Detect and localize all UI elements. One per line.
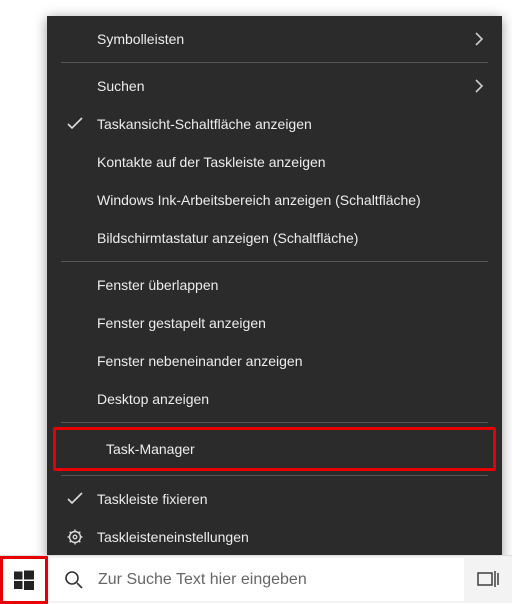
menu-item-label: Fenster nebeneinander anzeigen xyxy=(97,353,303,369)
menu-item-label: Taskleiste fixieren xyxy=(97,491,208,507)
menu-item-label: Desktop anzeigen xyxy=(97,391,209,407)
menu-cascade-windows[interactable]: Fenster überlappen xyxy=(47,266,502,304)
menu-item-label: Fenster gestapelt anzeigen xyxy=(97,315,266,331)
menu-item-label: Task-Manager xyxy=(106,441,195,457)
menu-lock-taskbar[interactable]: Taskleiste fixieren xyxy=(47,480,502,518)
menu-toolbars[interactable]: Symbolleisten xyxy=(47,20,502,58)
start-button[interactable] xyxy=(0,556,48,604)
annotation-highlight: Task-Manager xyxy=(53,427,496,471)
menu-item-label: Taskansicht-Schaltfläche anzeigen xyxy=(97,116,312,132)
menu-contacts-taskbar[interactable]: Kontakte auf der Taskleiste anzeigen xyxy=(47,143,502,181)
menu-item-label: Symbolleisten xyxy=(97,31,184,47)
menu-sidebyside-windows[interactable]: Fenster nebeneinander anzeigen xyxy=(47,342,502,380)
menu-separator xyxy=(61,422,488,423)
menu-item-label: Suchen xyxy=(97,78,144,94)
taskbar-search-box[interactable] xyxy=(50,558,464,601)
menu-stacked-windows[interactable]: Fenster gestapelt anzeigen xyxy=(47,304,502,342)
menu-item-label: Kontakte auf der Taskleiste anzeigen xyxy=(97,154,326,170)
menu-item-label: Taskleisteneinstellungen xyxy=(97,529,249,545)
menu-item-label: Fenster überlappen xyxy=(97,277,218,293)
windows-logo-icon xyxy=(14,570,34,590)
menu-item-label: Windows Ink-Arbeitsbereich anzeigen (Sch… xyxy=(97,192,421,208)
taskbar-context-menu: Symbolleisten Suchen Taskansicht-Schaltf… xyxy=(47,16,502,560)
check-icon xyxy=(65,117,85,131)
menu-separator xyxy=(61,261,488,262)
menu-windows-ink[interactable]: Windows Ink-Arbeitsbereich anzeigen (Sch… xyxy=(47,181,502,219)
gear-icon xyxy=(65,529,85,545)
taskbar xyxy=(0,555,512,603)
menu-search[interactable]: Suchen xyxy=(47,67,502,105)
menu-item-label: Bildschirmtastatur anzeigen (Schaltfläch… xyxy=(97,230,358,246)
menu-onscreen-keyboard[interactable]: Bildschirmtastatur anzeigen (Schaltfläch… xyxy=(47,219,502,257)
chevron-right-icon xyxy=(474,32,484,46)
chevron-right-icon xyxy=(474,79,484,93)
menu-taskview-button[interactable]: Taskansicht-Schaltfläche anzeigen xyxy=(47,105,502,143)
task-view-button[interactable] xyxy=(464,556,512,603)
task-view-icon xyxy=(477,570,499,590)
search-icon xyxy=(64,570,84,590)
search-input[interactable] xyxy=(98,571,464,589)
menu-task-manager[interactable]: Task-Manager xyxy=(56,430,493,468)
menu-show-desktop[interactable]: Desktop anzeigen xyxy=(47,380,502,418)
check-icon xyxy=(65,492,85,506)
menu-separator xyxy=(61,62,488,63)
menu-taskbar-settings[interactable]: Taskleisteneinstellungen xyxy=(47,518,502,556)
menu-separator xyxy=(61,475,488,476)
